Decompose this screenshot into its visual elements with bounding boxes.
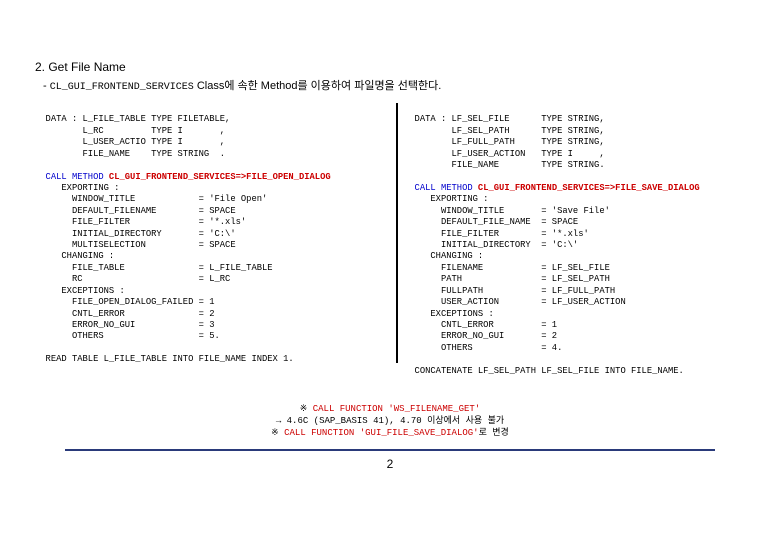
code-line: WINDOW_TITLE = 'Save File'	[404, 206, 610, 216]
footnote-suffix: 로 변경	[479, 428, 509, 438]
code-line: CONCATENATE LF_SEL_PATH LF_SEL_FILE INTO…	[404, 366, 684, 376]
footnote-marker: ※	[300, 404, 313, 414]
code-line: PATH = LF_SEL_PATH	[404, 274, 610, 284]
code-line: LF_USER_ACTION TYPE I ,	[404, 149, 605, 159]
code-line: FILE_FILTER = '*.xls'	[35, 217, 246, 227]
code-line: FILENAME = LF_SEL_FILE	[404, 263, 610, 273]
code-line: ERROR_NO_GUI = 2	[404, 331, 557, 341]
column-divider	[396, 103, 398, 363]
code-line: LF_FULL_PATH TYPE STRING,	[404, 137, 605, 147]
code-line: DEFAULT_FILENAME = SPACE	[35, 206, 236, 216]
code-line: USER_ACTION = LF_USER_ACTION	[404, 297, 626, 307]
code-line: ERROR_NO_GUI = 3	[35, 320, 215, 330]
code-keyword: CALL METHOD	[404, 183, 473, 193]
code-line: DEFAULT_FILE_NAME = SPACE	[404, 217, 578, 227]
code-line: LF_SEL_PATH TYPE STRING,	[404, 126, 605, 136]
code-line: CHANGING :	[404, 251, 483, 261]
code-line: OTHERS = 5.	[35, 331, 220, 341]
code-line: READ TABLE L_FILE_TABLE INTO FILE_NAME I…	[35, 354, 294, 364]
subtitle-prefix: -	[43, 80, 50, 92]
code-line: FILE_OPEN_DIALOG_FAILED = 1	[35, 297, 215, 307]
footnote-line: → 4.6C (SAP_BASIS 41), 4.70 이상에서 사용 불가	[276, 416, 504, 426]
code-line: FULLPATH = LF_FULL_PATH	[404, 286, 615, 296]
code-class-ref: CL_GUI_FRONTEND_SERVICES=>FILE_OPEN_DIAL…	[104, 172, 331, 182]
code-line: L_RC TYPE I ,	[35, 126, 225, 136]
code-line: CNTL_ERROR = 2	[35, 309, 215, 319]
code-line: FILE_FILTER = '*.xls'	[404, 229, 589, 239]
code-line: INITIAL_DIRECTORY = 'C:\'	[35, 229, 236, 239]
code-keyword: CALL METHOD	[35, 172, 104, 182]
code-line: DATA : LF_SEL_FILE TYPE STRING,	[404, 114, 605, 124]
code-right: DATA : LF_SEL_FILE TYPE STRING, LF_SEL_P…	[404, 103, 745, 389]
subtitle-suffix: Class에 속한 Method를 이용하여 파일명을 선택한다.	[194, 80, 442, 92]
footnote-marker: ※	[271, 428, 284, 438]
bottom-rule	[65, 449, 715, 451]
code-left: DATA : L_FILE_TABLE TYPE FILETABLE, L_RC…	[35, 103, 390, 389]
code-class-ref: CL_GUI_FRONTEND_SERVICES=>FILE_SAVE_DIAL…	[473, 183, 700, 193]
footnote-code: CALL FUNCTION 'WS_FILENAME_GET'	[313, 404, 480, 414]
page-number: 2	[35, 457, 745, 471]
section-subtitle: - CL_GUI_FRONTEND_SERVICES Class에 속한 Met…	[35, 77, 745, 93]
code-line: EXPORTING :	[35, 183, 119, 193]
code-line: OTHERS = 4.	[404, 343, 562, 353]
code-line: FILE_NAME TYPE STRING .	[35, 149, 225, 159]
code-columns: DATA : L_FILE_TABLE TYPE FILETABLE, L_RC…	[35, 103, 745, 389]
code-line: L_USER_ACTIO TYPE I ,	[35, 137, 225, 147]
code-line: EXCEPTIONS :	[404, 309, 494, 319]
code-line: WINDOW_TITLE = 'File Open'	[35, 194, 267, 204]
footnote-code: CALL FUNCTION 'GUI_FILE_SAVE_DIALOG'	[284, 428, 478, 438]
code-line: MULTISELECTION = SPACE	[35, 240, 236, 250]
code-line: FILE_NAME TYPE STRING.	[404, 160, 605, 170]
code-line: CNTL_ERROR = 1	[404, 320, 557, 330]
code-line: CHANGING :	[35, 251, 114, 261]
subtitle-class: CL_GUI_FRONTEND_SERVICES	[50, 82, 194, 93]
code-line: RC = L_RC	[35, 274, 230, 284]
section-title: 2. Get File Name	[35, 60, 745, 74]
code-line: INITIAL_DIRECTORY = 'C:\'	[404, 240, 578, 250]
code-line: EXPORTING :	[404, 194, 488, 204]
footnote: ※ CALL FUNCTION 'WS_FILENAME_GET' → 4.6C…	[35, 403, 745, 439]
code-line: EXCEPTIONS :	[35, 286, 125, 296]
code-line: FILE_TABLE = L_FILE_TABLE	[35, 263, 273, 273]
code-line: DATA : L_FILE_TABLE TYPE FILETABLE,	[35, 114, 230, 124]
